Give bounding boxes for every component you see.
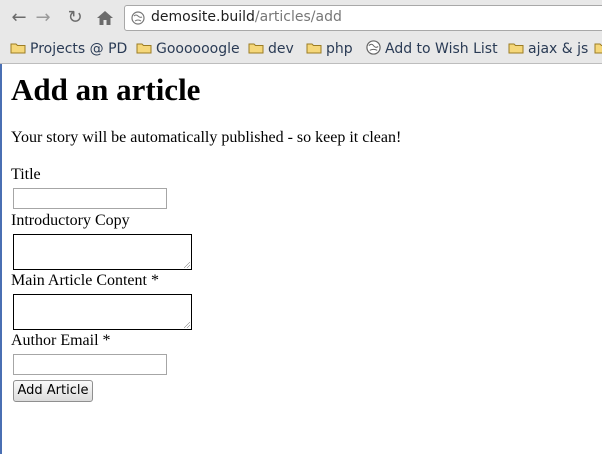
bookmark-php[interactable]: php — [306, 39, 353, 59]
bookmark-label: php — [326, 41, 353, 57]
bookmark-label: ajax & js — [528, 41, 589, 57]
bookmark-label: Goooooogle — [156, 41, 240, 57]
bookmark-add-to-wish-list[interactable]: Add to Wish List — [366, 39, 498, 59]
browser-toolbar: ← → ↻ demosite.build/articles/add — [0, 0, 602, 36]
bookmark-ajax-js[interactable]: ajax & js — [508, 39, 588, 59]
page-title: Add an article — [11, 72, 201, 107]
main-content-textarea[interactable] — [13, 294, 192, 330]
address-bar[interactable]: demosite.build/articles/add — [124, 5, 602, 31]
intro-text: Your story will be automatically publish… — [11, 129, 402, 146]
home-icon[interactable] — [94, 7, 116, 29]
main-content-label: Main Article Content * — [11, 272, 159, 289]
author-email-input[interactable] — [13, 354, 167, 375]
forward-arrow-icon[interactable]: → — [32, 7, 54, 29]
folder-icon — [248, 43, 264, 54]
window-edge — [0, 64, 2, 454]
author-email-label: Author Email * — [11, 332, 111, 349]
browser-chrome: ← → ↻ demosite.build/articles/add Projec… — [0, 0, 602, 64]
globe-icon — [366, 40, 381, 55]
bookmark-overflow[interactable] — [594, 39, 602, 59]
bookmark-label: Projects @ PD — [30, 41, 128, 57]
bookmark-google[interactable]: Goooooogle — [136, 39, 240, 59]
bookmark-label: Add to Wish List — [385, 41, 498, 57]
folder-icon — [508, 43, 524, 54]
back-arrow-icon[interactable]: ← — [8, 7, 30, 29]
folder-icon — [136, 43, 152, 54]
url-path: /articles/add — [254, 9, 342, 25]
title-input[interactable] — [13, 188, 167, 209]
folder-icon — [10, 43, 26, 54]
folder-icon — [306, 43, 322, 54]
resize-grip-icon[interactable] — [184, 262, 190, 268]
add-article-button[interactable]: Add Article — [13, 380, 93, 402]
folder-icon — [594, 43, 602, 54]
globe-icon — [131, 11, 145, 25]
resize-grip-icon[interactable] — [184, 322, 190, 328]
reload-icon[interactable]: ↻ — [64, 7, 86, 29]
bookmark-dev[interactable]: dev — [248, 39, 294, 59]
bookmark-label: dev — [268, 41, 294, 57]
intro-copy-textarea[interactable] — [13, 234, 192, 270]
bookmark-projects[interactable]: Projects @ PD — [10, 39, 127, 59]
intro-copy-label: Introductory Copy — [11, 212, 130, 229]
title-label: Title — [11, 166, 41, 183]
bookmarks-bar: Projects @ PD Goooooogle dev php Add to … — [0, 36, 602, 62]
url-host: demosite.build — [151, 9, 255, 25]
url-text: demosite.build/articles/add — [151, 9, 342, 25]
